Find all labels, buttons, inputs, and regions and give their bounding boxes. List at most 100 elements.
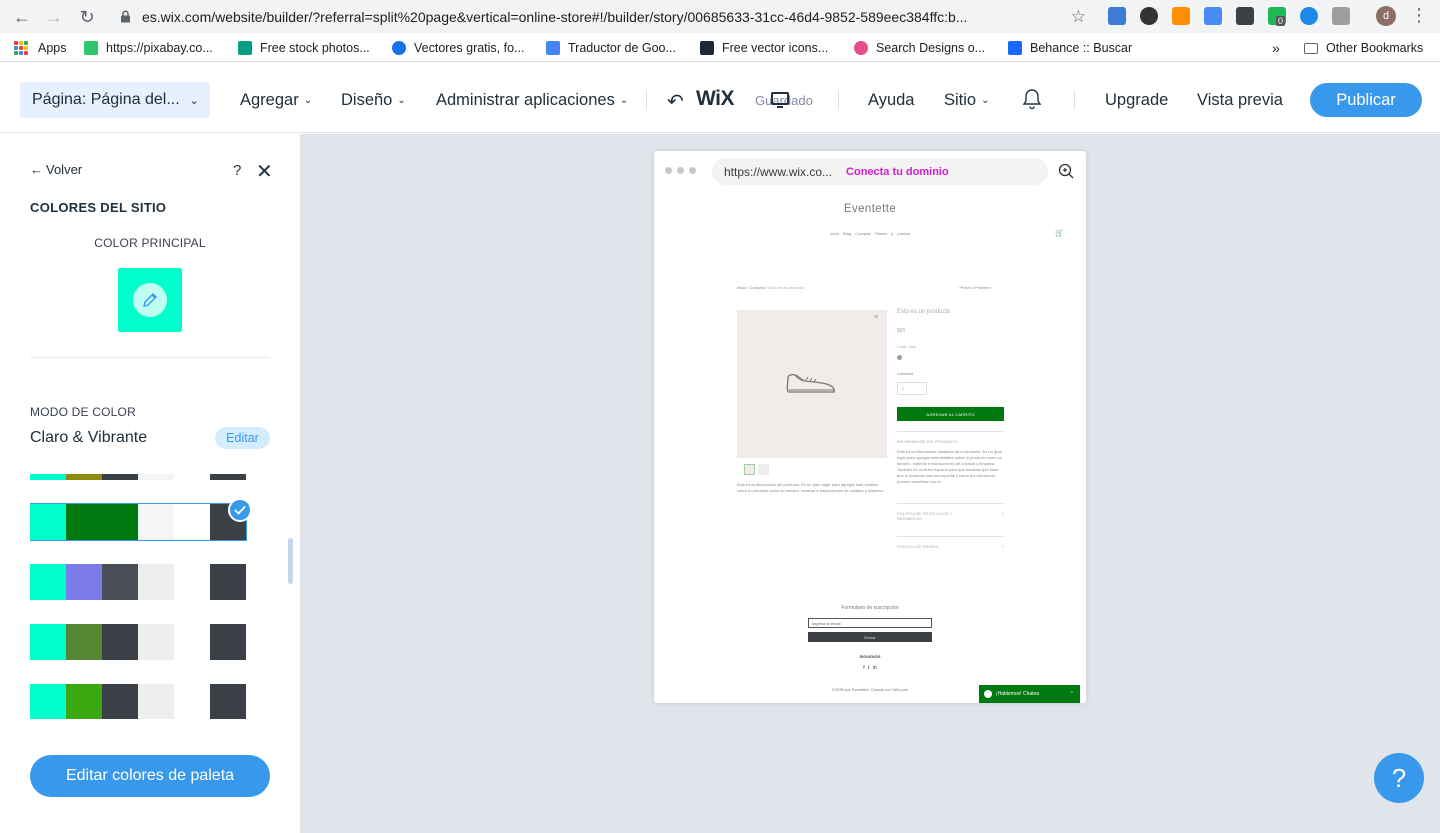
menu-add[interactable]: Agregar ⌄ xyxy=(240,91,312,110)
palette-swatch xyxy=(138,684,174,719)
bookmark-vectores[interactable]: Vectores gratis, fo... xyxy=(392,39,524,57)
add-to-cart-button[interactable]: AGREGAR AL CARRITO xyxy=(897,407,1004,421)
product-color-label: Color: Gris xyxy=(897,344,917,349)
palette-swatch xyxy=(138,504,174,540)
dribbble-icon xyxy=(854,41,868,55)
palette-option[interactable] xyxy=(30,624,246,660)
product-info-header[interactable]: INFORMACIÓN DEL PRODUCTO − xyxy=(897,431,1004,444)
panel-scrollbar[interactable] xyxy=(288,538,293,584)
behance-icon xyxy=(1008,41,1022,55)
color-mode-value: Claro & Vibrante xyxy=(30,429,148,446)
palette-swatch xyxy=(138,564,174,600)
chevron-down-icon: ⌄ xyxy=(619,95,629,106)
shipping-policy-header[interactable]: POLÍTICA DE ENVÍOS + xyxy=(897,536,1004,549)
bookmark-label: Free vector icons... xyxy=(722,41,829,55)
bookmark-vector-icons[interactable]: Free vector icons... xyxy=(700,39,828,57)
product-thumbnail[interactable] xyxy=(744,464,755,475)
profile-avatar[interactable]: d xyxy=(1376,6,1396,26)
upgrade-link[interactable]: Upgrade xyxy=(1105,91,1168,110)
palette-option[interactable] xyxy=(30,564,246,600)
chevron-up-icon: ⌃ xyxy=(1069,691,1074,697)
menu-site[interactable]: Sitio ⌄ xyxy=(944,91,990,110)
palette-swatch xyxy=(174,564,210,600)
palette-swatch xyxy=(66,474,102,480)
product-thumbnail[interactable] xyxy=(758,464,769,475)
extension-icon[interactable] xyxy=(1332,7,1350,25)
page-selector[interactable]: Página: Página del... ⌄ xyxy=(20,82,210,118)
undo-icon[interactable]: ↶ xyxy=(667,89,684,114)
extension-icon[interactable] xyxy=(1172,7,1190,25)
forward-arrow-icon[interactable]: → xyxy=(42,5,66,29)
bookmark-free-stock[interactable]: Free stock photos... xyxy=(238,39,370,57)
other-bookmarks[interactable]: Other Bookmarks xyxy=(1304,39,1423,57)
translate-icon xyxy=(546,41,560,55)
palette-swatch xyxy=(138,624,174,660)
edit-palette-colors-button[interactable]: Editar colores de paleta xyxy=(30,755,270,797)
bookmarks-overflow-chevron[interactable]: » xyxy=(1272,39,1280,57)
subscribe-button[interactable]: Enviar xyxy=(808,632,932,642)
menu-manage-apps[interactable]: Administrar aplicaciones ⌄ xyxy=(436,91,628,110)
divider xyxy=(30,357,270,358)
main-color-swatch[interactable] xyxy=(118,268,182,332)
react-devtools-icon[interactable] xyxy=(1300,7,1318,25)
chevron-down-icon: ⌄ xyxy=(303,95,313,106)
preview-url-bar: https://www.wix.co... Conecta tu dominio xyxy=(712,158,1048,185)
back-button[interactable]: ← Volver xyxy=(30,162,82,177)
bookmarks-bar: Apps https://pixabay.co... Free stock ph… xyxy=(0,33,1440,62)
bookmark-star-icon[interactable]: ☆ xyxy=(1071,7,1086,27)
reload-icon[interactable]: ↻ xyxy=(75,5,99,29)
returns-policy-header[interactable]: POLÍTICA DE DEVOLUCIÓN Y REEMBOLSO + xyxy=(897,503,1004,521)
menu-help[interactable]: Ayuda xyxy=(868,91,915,110)
color-option[interactable] xyxy=(897,355,902,360)
desktop-device-icon[interactable] xyxy=(771,92,789,108)
pixabay-icon xyxy=(84,41,98,55)
help-icon[interactable]: ? xyxy=(233,162,241,179)
connect-domain-link[interactable]: Conecta tu dominio xyxy=(846,166,949,178)
palette-swatch xyxy=(138,474,174,480)
bookmark-label: Vectores gratis, fo... xyxy=(414,41,525,55)
cart-icon: 🛒 xyxy=(1055,230,1064,237)
palette-swatch xyxy=(30,474,66,480)
bookmark-pixabay[interactable]: https://pixabay.co... xyxy=(84,39,213,57)
product-info-title: INFORMACIÓN DEL PRODUCTO xyxy=(897,439,959,444)
palette-option[interactable] xyxy=(30,474,246,480)
menu-design[interactable]: Diseño ⌄ xyxy=(341,91,406,110)
publish-button[interactable]: Publicar xyxy=(1310,83,1422,117)
extension-icon[interactable] xyxy=(1108,7,1126,25)
url-text: es.wix.com/website/builder/?referral=spl… xyxy=(142,8,968,25)
preview-label: Vista previa xyxy=(1197,91,1283,109)
product-price: $85 xyxy=(897,328,906,334)
address-bar[interactable]: es.wix.com/website/builder/?referral=spl… xyxy=(110,3,1094,30)
back-arrow-icon[interactable]: ← xyxy=(10,5,34,29)
bookmark-apps[interactable]: Apps xyxy=(14,39,67,57)
close-icon[interactable]: ✕ xyxy=(256,159,273,184)
editor-canvas: https://www.wix.co... Conecta tu dominio… xyxy=(300,134,1440,833)
palette-swatch xyxy=(66,624,102,660)
notifications-bell-icon[interactable] xyxy=(1022,88,1042,110)
bookmark-label: Apps xyxy=(38,41,67,55)
upgrade-label: Upgrade xyxy=(1105,91,1169,109)
bookmark-behance[interactable]: Behance :: Buscar xyxy=(1008,39,1132,57)
bookmark-dribbble[interactable]: Search Designs o... xyxy=(854,39,985,57)
preview-link[interactable]: Vista previa xyxy=(1197,91,1283,110)
extension-icon[interactable] xyxy=(1236,7,1254,25)
social-icons[interactable]: f t in xyxy=(654,665,1086,671)
edit-color-mode-button[interactable]: Editar xyxy=(215,427,270,449)
shipping-policy-title: POLÍTICA DE ENVÍOS xyxy=(897,544,938,549)
extension-icon[interactable] xyxy=(1204,7,1222,25)
extension-icon[interactable]: 0 xyxy=(1268,7,1286,26)
zoom-icon[interactable] xyxy=(1058,163,1074,179)
chat-widget[interactable]: ¡Hablemos! Chatea ⌃ xyxy=(979,685,1080,703)
other-bookmarks-label: Other Bookmarks xyxy=(1326,41,1424,55)
extension-icon[interactable] xyxy=(1140,7,1158,25)
more-menu-icon[interactable]: ⋮ xyxy=(1410,5,1428,26)
site-preview-frame[interactable]: https://www.wix.co... Conecta tu dominio… xyxy=(654,151,1086,703)
bookmark-translate[interactable]: Traductor de Goo... xyxy=(546,39,676,57)
palette-option[interactable] xyxy=(30,684,246,719)
palette-option-selected[interactable] xyxy=(30,503,247,541)
subscribe-email-input[interactable]: Ingresa tu email xyxy=(808,618,932,628)
pexels-icon xyxy=(238,41,252,55)
quantity-input[interactable]: 1 xyxy=(897,382,927,395)
browser-toolbar: ← → ↻ es.wix.com/website/builder/?referr… xyxy=(0,0,1440,33)
help-fab-button[interactable]: ? xyxy=(1374,753,1424,803)
